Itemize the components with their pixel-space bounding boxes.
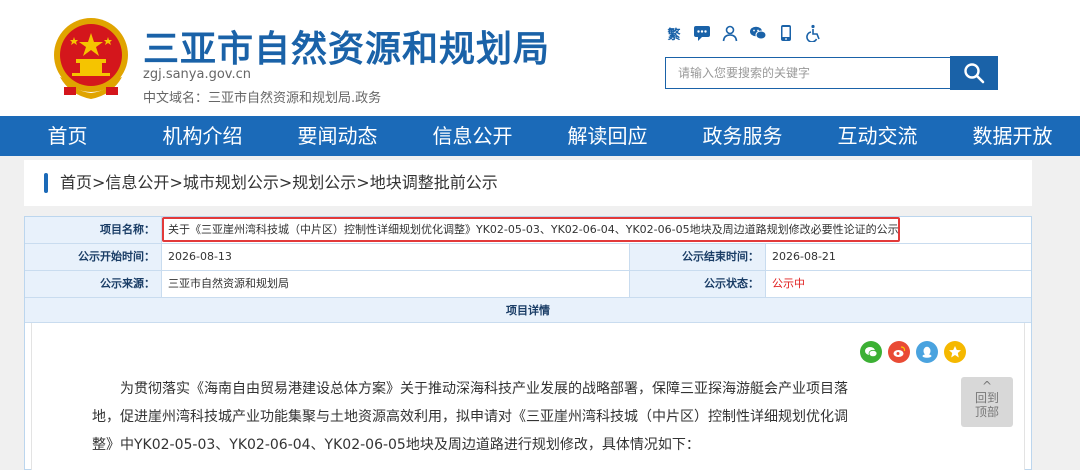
detail-body: 为贯彻落实《海南自由贸易港建设总体方案》关于推动深海科技产业发展的战略部署，保障… [31,323,1025,470]
share-weibo-icon[interactable] [888,341,910,363]
breadcrumb-item-home[interactable]: 首页 [60,173,92,192]
source-label: 公示来源： [25,271,162,297]
detail-paragraph: 为贯彻落实《海南自由贸易港建设总体方案》关于推动深海科技产业发展的战略部署，保障… [92,381,848,453]
breadcrumb-item-current[interactable]: 地块调整批前公示 [370,173,498,192]
header-tools: 繁 [665,22,823,44]
back-to-top-button[interactable]: ^ 回到 顶部 [961,377,1013,427]
search-input[interactable] [665,57,952,89]
site-title: 三亚市自然资源和规划局 [143,29,551,70]
nav-item-interpretation[interactable]: 解读回应 [540,116,675,156]
start-date-value: 2026-08-13 [162,244,630,270]
nav-item-home[interactable]: 首页 [0,116,135,156]
share-favorite-icon[interactable] [944,341,966,363]
main-nav: 首页 机构介绍 要闻动态 信息公开 解读回应 政务服务 互动交流 数据开放 [0,116,1080,156]
row-dates: 公示开始时间： 2026-08-13 公示结束时间： 2026-08-21 [25,244,1031,271]
breadcrumb-separator: > [356,173,370,192]
nav-item-organization[interactable]: 机构介绍 [135,116,270,156]
up-arrow-icon: ^ [981,379,993,393]
detail-header: 项目详情 [25,298,1031,323]
project-name-label: 项目名称： [25,217,162,243]
share-qq-icon[interactable] [916,341,938,363]
back-to-top-line1: 回到 [974,391,999,405]
traditional-chinese-toggle[interactable]: 繁 [665,24,683,43]
breadcrumb-separator: > [278,173,293,192]
user-icon[interactable] [721,24,739,42]
breadcrumb-item-planning-notice[interactable]: 规划公示 [292,173,356,192]
end-date-value: 2026-08-21 [772,250,836,263]
status-label: 公示状态： [630,271,766,297]
share-bar [860,341,966,363]
mobile-icon[interactable] [777,24,795,42]
nav-item-disclosure[interactable]: 信息公开 [405,116,540,156]
breadcrumb-item-disclosure[interactable]: 信息公开 [105,173,169,192]
breadcrumb: 首页>信息公开>城市规划公示>规划公示>地块调整批前公示 [24,160,1032,206]
row-source-status: 公示来源： 三亚市自然资源和规划局 公示状态： 公示中 [25,271,1031,298]
start-date-label: 公示开始时间： [25,244,162,270]
site-chinese-domain: 中文域名：三亚市自然资源和规划局.政务 [143,91,382,106]
search-icon [964,63,985,84]
row-project-name: 项目名称： 关于《三亚崖州湾科技城（中片区）控制性详细规划优化调整》YK02-0… [25,217,1031,244]
nav-item-open-data[interactable]: 数据开放 [945,116,1080,156]
search-button[interactable] [950,56,998,90]
site-header: 三亚市自然资源和规划局 zgj.sanya.gov.cn 中文域名：三亚市自然资… [0,0,1080,116]
breadcrumb-marker [44,173,48,193]
project-info-table: 项目名称： 关于《三亚崖州湾科技城（中片区）控制性详细规划优化调整》YK02-0… [24,216,1032,470]
breadcrumb-separator: > [92,173,106,192]
status-value: 公示中 [772,277,805,290]
back-to-top-line2: 顶部 [974,405,999,419]
breadcrumb-trail: 首页>信息公开>城市规划公示>规划公示>地块调整批前公示 [60,160,498,206]
share-wechat-icon[interactable] [860,341,882,363]
national-emblem-icon [54,18,128,99]
nav-item-interaction[interactable]: 互动交流 [810,116,945,156]
accessibility-icon[interactable] [805,24,823,42]
project-name-value: 关于《三亚崖州湾科技城（中片区）控制性详细规划优化调整》YK02-05-03、Y… [168,223,899,236]
source-value: 三亚市自然资源和规划局 [162,271,630,297]
site-domain: zgj.sanya.gov.cn [143,67,251,82]
nav-item-news[interactable]: 要闻动态 [270,116,405,156]
wechat-icon[interactable] [749,24,767,42]
nav-item-services[interactable]: 政务服务 [675,116,810,156]
breadcrumb-item-city-planning[interactable]: 城市规划公示 [183,173,279,192]
end-date-label: 公示结束时间： [630,244,766,270]
message-icon[interactable] [693,24,711,42]
breadcrumb-separator: > [169,173,183,192]
